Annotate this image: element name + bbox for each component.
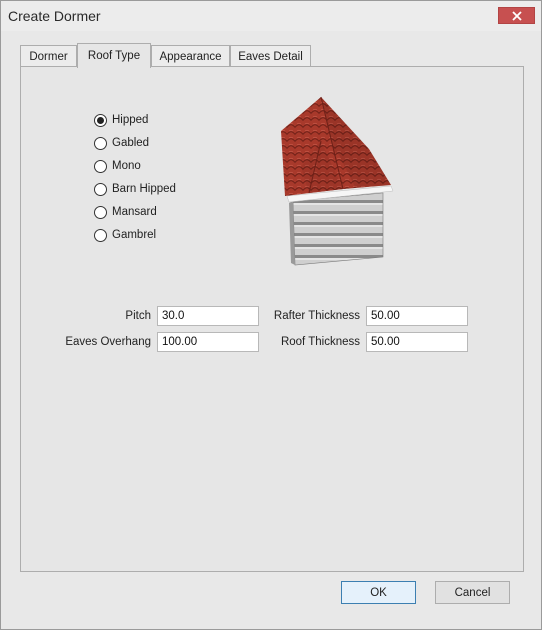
tab-eaves-detail[interactable]: Eaves Detail — [230, 45, 311, 67]
close-button[interactable] — [498, 7, 535, 24]
tab-dormer[interactable]: Dormer — [20, 45, 77, 67]
radio-gambrel[interactable]: Gambrel — [94, 227, 156, 243]
rafter-thickness-field[interactable] — [366, 306, 468, 326]
create-dormer-dialog: Create Dormer Dormer Roof Type Appearanc… — [0, 0, 542, 630]
close-icon — [511, 10, 522, 21]
radio-label: Mono — [112, 160, 141, 172]
radio-empty-icon[interactable] — [94, 136, 107, 150]
ok-button-label: OK — [370, 586, 387, 599]
radio-label: Gambrel — [112, 229, 157, 241]
dialog-title: Create Dormer — [8, 8, 101, 24]
title-bar: Create Dormer — [1, 1, 541, 31]
radio-mansard[interactable]: Mansard — [94, 204, 157, 220]
tab-label: Roof Type — [87, 50, 141, 62]
radio-empty-icon[interactable] — [94, 205, 107, 219]
tab-label: Appearance — [159, 50, 222, 63]
roof-thickness-field[interactable] — [366, 332, 468, 352]
pitch-label: Pitch — [125, 310, 151, 322]
ok-button[interactable]: OK — [341, 581, 416, 604]
pitch-field[interactable] — [157, 306, 259, 326]
rafter-thickness-label: Rafter Thickness — [273, 310, 360, 322]
radio-label: Mansard — [112, 206, 157, 218]
radio-hipped[interactable]: Hipped — [94, 112, 148, 128]
roof-type-panel: Hipped Gabled Mono Barn Hipped Mansard G… — [20, 66, 524, 572]
eaves-overhang-field[interactable] — [157, 332, 259, 352]
tab-roof-type[interactable]: Roof Type — [77, 43, 151, 68]
radio-selected-icon[interactable] — [94, 113, 107, 127]
radio-barn-hipped[interactable]: Barn Hipped — [94, 181, 176, 197]
cancel-button[interactable]: Cancel — [435, 581, 510, 604]
radio-empty-icon[interactable] — [94, 228, 107, 242]
tab-appearance[interactable]: Appearance — [151, 45, 230, 67]
radio-label: Barn Hipped — [112, 183, 176, 195]
cancel-button-label: Cancel — [454, 586, 491, 599]
tab-label: Dormer — [29, 50, 68, 63]
roof-thickness-label: Roof Thickness — [280, 336, 360, 348]
radio-label: Hipped — [112, 114, 149, 126]
tab-label: Eaves Detail — [238, 50, 303, 63]
radio-gabled[interactable]: Gabled — [94, 135, 149, 151]
hipped-dormer-preview-image — [281, 96, 394, 266]
eaves-overhang-label: Eaves Overhang — [65, 336, 151, 348]
radio-empty-icon[interactable] — [94, 159, 107, 173]
radio-mono[interactable]: Mono — [94, 158, 141, 174]
radio-label: Gabled — [112, 137, 150, 149]
radio-empty-icon[interactable] — [94, 182, 107, 196]
